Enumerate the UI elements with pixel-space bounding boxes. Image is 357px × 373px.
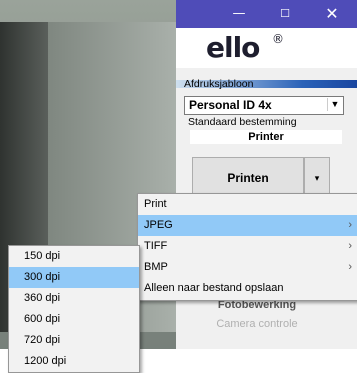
dpi-item-300[interactable]: 300 dpi xyxy=(9,267,139,288)
menu-item-jpeg[interactable]: JPEG › xyxy=(138,215,357,236)
print-context-menu: Print JPEG › TIFF › BMP › Alleen naar besta… xyxy=(137,193,357,301)
camera-control-button[interactable]: Camera controle xyxy=(192,318,322,336)
menu-item-label: JPEG xyxy=(144,219,173,231)
template-select[interactable]: Personal ID 4x ▼ xyxy=(184,96,344,115)
title-bar: — ☐ ✕ xyxy=(176,0,357,28)
close-button[interactable]: ✕ xyxy=(309,0,355,28)
menu-item-label: Alleen naar bestand opslaan xyxy=(144,282,284,294)
registered-mark: ® xyxy=(272,32,284,46)
dpi-item-720[interactable]: 720 dpi xyxy=(9,330,139,351)
dpi-item-600[interactable]: 600 dpi xyxy=(9,309,139,330)
dpi-item-150[interactable]: 150 dpi xyxy=(9,246,139,267)
destination-label: Standaard bestemming xyxy=(188,116,297,128)
menu-item-label: Print xyxy=(144,198,167,210)
chevron-right-icon: › xyxy=(348,219,352,231)
menu-item-save-to-file[interactable]: Alleen naar bestand opslaan xyxy=(138,278,357,299)
chevron-right-icon: › xyxy=(348,240,352,252)
menu-item-bmp[interactable]: BMP › xyxy=(138,257,357,278)
dpi-item-360[interactable]: 360 dpi xyxy=(9,288,139,309)
logo-text: ello xyxy=(206,31,260,64)
menu-item-label: BMP xyxy=(144,261,168,273)
template-label: Afdruksjabloon xyxy=(184,78,254,90)
chevron-right-icon: › xyxy=(348,261,352,273)
minimize-button[interactable]: — xyxy=(216,0,262,28)
dpi-submenu: 150 dpi 300 dpi 360 dpi 600 dpi 720 dpi … xyxy=(8,245,140,373)
menu-item-label: TIFF xyxy=(144,240,168,252)
menu-item-tiff[interactable]: TIFF › xyxy=(138,236,357,257)
maximize-button[interactable]: ☐ xyxy=(262,0,308,28)
template-select-value: Personal ID 4x xyxy=(189,98,272,112)
photo-edit-button[interactable]: Fotobewerking xyxy=(192,301,322,313)
menu-item-print[interactable]: Print xyxy=(138,194,357,215)
chevron-down-icon[interactable]: ▼ xyxy=(327,98,342,111)
destination-value: Printer xyxy=(190,130,342,144)
ello-logo: ello ® xyxy=(176,28,357,88)
dpi-item-1200[interactable]: 1200 dpi xyxy=(9,351,139,372)
